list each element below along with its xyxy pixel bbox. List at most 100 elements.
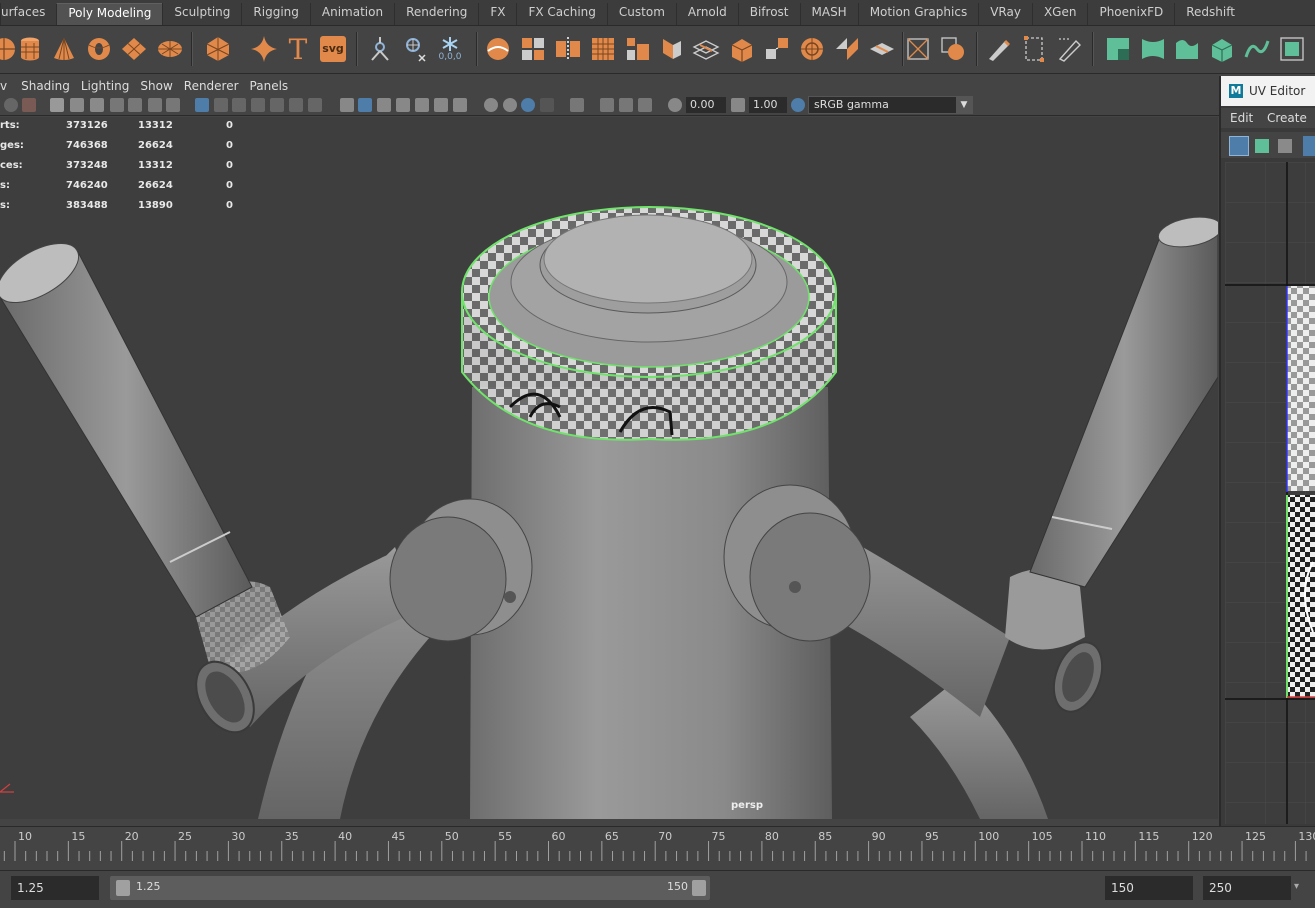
shelf-tab-rendering[interactable]: Rendering <box>394 3 478 25</box>
wire-deformer-icon[interactable] <box>1241 33 1273 65</box>
shelf-tab-vray[interactable]: VRay <box>978 3 1032 25</box>
xray-joints-icon[interactable] <box>619 98 633 112</box>
uv-editor-canvas[interactable] <box>1225 162 1315 824</box>
select-camera-icon[interactable] <box>4 98 18 112</box>
shelf-tab-bifrost[interactable]: Bifrost <box>737 3 800 25</box>
smooth-icon[interactable] <box>587 33 619 65</box>
freeze-transform-icon[interactable]: 0,0,0 <box>434 33 466 65</box>
uv-menu-edit[interactable]: Edit <box>1230 111 1253 125</box>
separate-icon[interactable] <box>517 33 549 65</box>
safe-title-icon[interactable] <box>270 98 284 112</box>
uv-select-icon[interactable] <box>1229 136 1249 156</box>
cage-select-icon[interactable] <box>1018 33 1050 65</box>
playback-end-field[interactable]: 150 <box>1105 876 1193 900</box>
smooth-shade-icon[interactable] <box>358 98 372 112</box>
lights-icon[interactable] <box>434 98 448 112</box>
image-plane-icon[interactable] <box>70 98 84 112</box>
beer-tap-model[interactable] <box>0 117 1218 819</box>
shelf-tab-sculpting[interactable]: Sculpting <box>162 3 241 25</box>
wireframe-shading-icon[interactable] <box>340 98 354 112</box>
shelf-tab-mash[interactable]: MASH <box>799 3 858 25</box>
grease-pencil-icon[interactable] <box>110 98 124 112</box>
textured-icon[interactable] <box>396 98 410 112</box>
isolate-select-icon[interactable] <box>570 98 584 112</box>
uv-grid-icon[interactable] <box>1303 136 1315 156</box>
ambient-occlusion-icon[interactable] <box>484 98 498 112</box>
uv-menu-create[interactable]: Create <box>1267 111 1307 125</box>
depth-of-field-icon[interactable] <box>540 98 554 112</box>
menu-panels[interactable]: Panels <box>250 79 289 93</box>
sculpt-brush-icon[interactable] <box>983 33 1015 65</box>
shelf-tab-arnold[interactable]: Arnold <box>675 3 738 25</box>
3d-viewport[interactable]: rts: 373126 13312 0 ges: 746368 26624 0 … <box>0 117 1218 819</box>
2d-pan-zoom-icon[interactable] <box>90 98 104 112</box>
wireframe-icon[interactable] <box>195 98 209 112</box>
average-vertices-icon[interactable] <box>399 33 431 65</box>
append-to-polygon-icon[interactable] <box>796 33 828 65</box>
animation-start-field[interactable]: 1.25 <box>11 876 99 900</box>
gate-mask-icon[interactable] <box>214 98 228 112</box>
shelf-tab-poly-modeling[interactable]: Poly Modeling <box>56 3 163 25</box>
gamma-icon[interactable] <box>731 98 745 112</box>
grid-toggle-icon[interactable] <box>128 98 142 112</box>
colorspace-dropdown[interactable]: sRGB gamma ▼ <box>808 96 973 114</box>
shelf-tab-redshift[interactable]: Redshift <box>1174 3 1246 25</box>
deformer-square-icon[interactable] <box>1102 33 1134 65</box>
shelf-tab-xgen[interactable]: XGen <box>1031 3 1088 25</box>
poly-cylinder-icon[interactable] <box>14 33 46 65</box>
shelf-tab-custom[interactable]: Custom <box>606 3 676 25</box>
bevel-tool-icon[interactable] <box>364 33 396 65</box>
shelf-tab-rigging[interactable]: Rigging <box>241 3 309 25</box>
svg-icon[interactable]: svg <box>317 33 349 65</box>
checker-icon[interactable] <box>415 98 429 112</box>
exposure-icon[interactable] <box>668 98 682 112</box>
hud-icon[interactable] <box>308 98 322 112</box>
bookmarks-icon[interactable] <box>50 98 64 112</box>
range-slider[interactable]: 1.25 150 <box>110 876 710 900</box>
mirror-icon[interactable] <box>552 33 584 65</box>
shelf-tab-phoenixfd[interactable]: PhoenixFD <box>1087 3 1174 25</box>
uv-box-icon[interactable] <box>902 33 934 65</box>
bend-deformer-icon[interactable] <box>1137 33 1169 65</box>
wave-deformer-icon[interactable] <box>1171 33 1203 65</box>
poly-cone-icon[interactable] <box>48 33 80 65</box>
superellipse-star-icon[interactable] <box>248 33 280 65</box>
triangulate-icon[interactable] <box>690 33 722 65</box>
target-weld-icon[interactable] <box>866 33 898 65</box>
menu-lighting[interactable]: Lighting <box>81 79 130 93</box>
camera-attributes-icon[interactable] <box>22 98 36 112</box>
shadows-icon[interactable] <box>453 98 467 112</box>
menu-shading[interactable]: Shading <box>21 79 70 93</box>
animation-end-field[interactable]: 250 <box>1203 876 1291 900</box>
platonic-solid-icon[interactable] <box>202 33 234 65</box>
time-slider[interactable]: 10 15 20 25 30 35 40 45 50 55 60 65 70 75 80 85 90 95 100 1… <box>0 826 1315 862</box>
anti-aliasing-icon[interactable] <box>521 98 535 112</box>
range-slider-start-handle[interactable] <box>116 880 130 896</box>
bridge-icon[interactable] <box>761 33 793 65</box>
poly-plane-icon[interactable] <box>118 33 150 65</box>
poly-disc-icon[interactable] <box>154 33 186 65</box>
color-management-icon[interactable] <box>791 98 805 112</box>
shelf-tab-fx-caching[interactable]: FX Caching <box>516 3 606 25</box>
uv-layout-icon[interactable] <box>1278 139 1292 153</box>
extrude-icon[interactable] <box>726 33 758 65</box>
cleanup-icon[interactable] <box>655 33 687 65</box>
motion-blur-icon[interactable] <box>503 98 517 112</box>
menu-show[interactable]: Show <box>140 79 172 93</box>
exposure-field[interactable]: 0.00 <box>686 97 726 113</box>
poly-text-icon[interactable]: T <box>282 33 314 66</box>
range-menu-chevron-icon[interactable]: ▾ <box>1294 881 1299 892</box>
film-gate-icon[interactable] <box>148 98 162 112</box>
wireframe-on-shaded-icon[interactable] <box>377 98 391 112</box>
uv-shell-icon[interactable] <box>1255 139 1269 153</box>
gamma-field[interactable]: 1.00 <box>749 97 787 113</box>
field-chart-icon[interactable] <box>232 98 246 112</box>
grid-icon[interactable] <box>289 98 303 112</box>
poly-torus-icon[interactable] <box>83 33 115 65</box>
shelf-tab-fx[interactable]: FX <box>478 3 516 25</box>
shelf-tab-animation[interactable]: Animation <box>309 3 394 25</box>
uv-sphere-icon[interactable] <box>937 33 969 65</box>
pencil-edit-icon[interactable] <box>1054 33 1086 65</box>
safe-action-icon[interactable] <box>251 98 265 112</box>
resolution-gate-icon[interactable] <box>166 98 180 112</box>
